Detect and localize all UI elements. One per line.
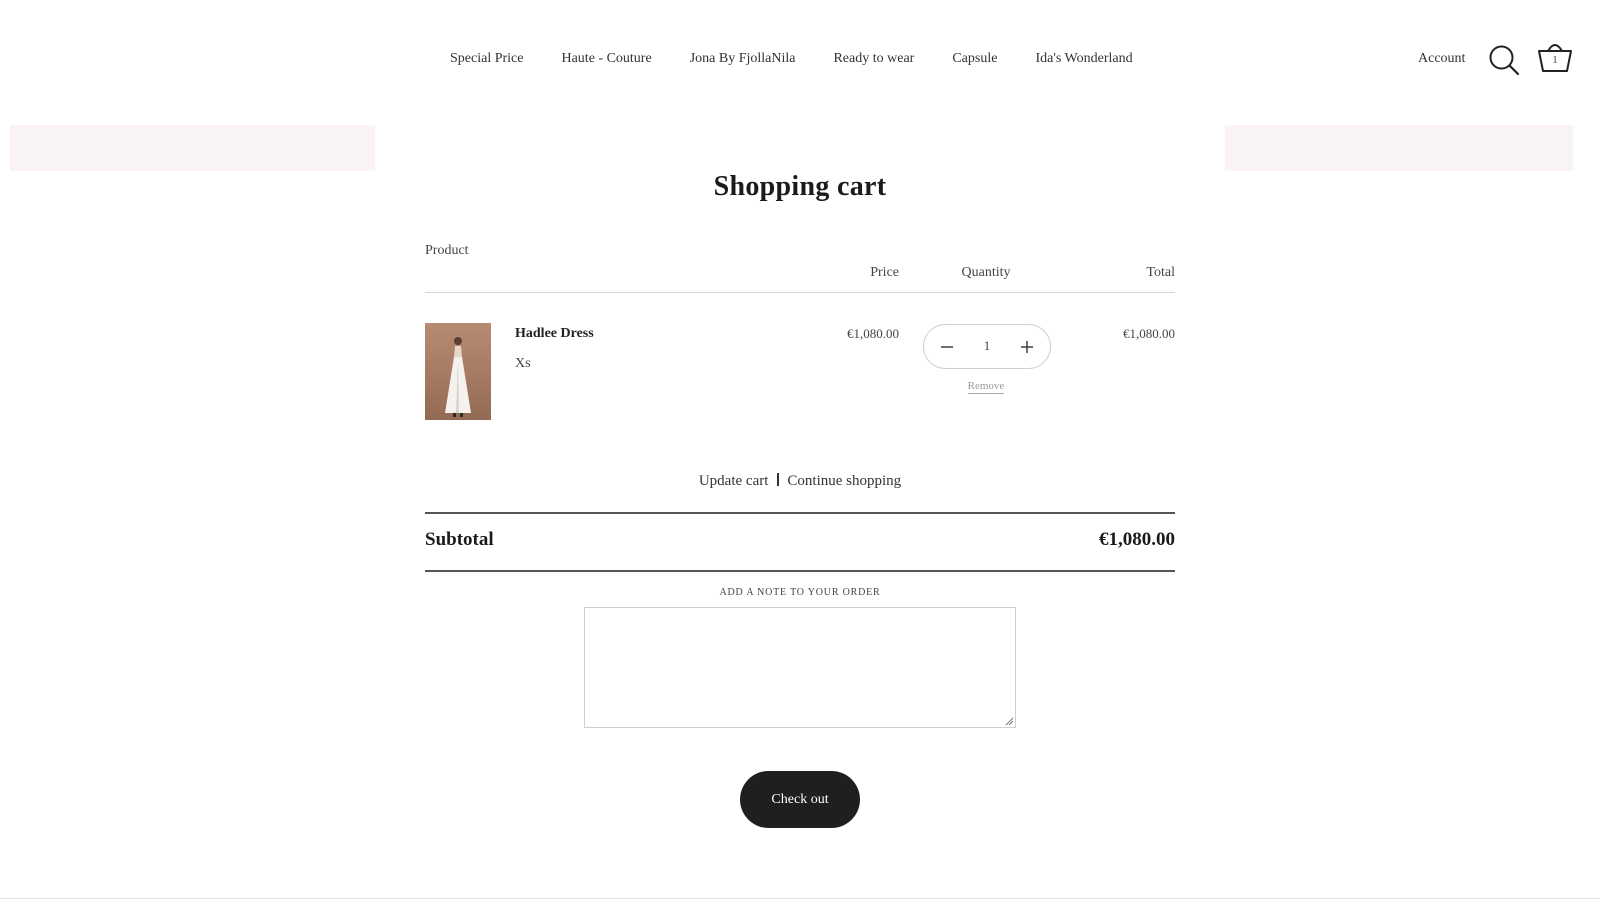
search-icon[interactable] <box>1488 44 1520 76</box>
minus-icon <box>941 346 953 348</box>
divider <box>425 292 1175 293</box>
quantity-stepper: 1 <box>923 324 1051 369</box>
footer-divider <box>0 898 1600 899</box>
remove-item-link[interactable]: Remove <box>940 380 1032 394</box>
product-variant: Xs <box>515 356 531 371</box>
nav-item-haute-couture[interactable]: Haute - Couture <box>561 51 651 67</box>
nav-item-capsule[interactable]: Capsule <box>952 51 997 67</box>
resize-handle-icon[interactable] <box>1005 717 1014 726</box>
product-thumbnail[interactable] <box>425 323 491 420</box>
cart-count: 1 <box>1552 55 1558 66</box>
increase-quantity-button[interactable] <box>1011 331 1043 363</box>
nav-item-ready-to-wear[interactable]: Ready to wear <box>833 51 914 67</box>
nav-item-special-price[interactable]: Special Price <box>450 51 523 67</box>
plus-icon <box>1021 341 1033 353</box>
checkout-button[interactable]: Check out <box>740 771 860 828</box>
column-header-price: Price <box>870 265 899 280</box>
main-nav: Special Price Haute - Couture Jona By Fj… <box>450 51 1133 67</box>
divider <box>425 570 1175 572</box>
decrease-quantity-button[interactable] <box>931 331 963 363</box>
dress-figure-image <box>445 337 471 417</box>
column-header-quantity: Quantity <box>961 265 1011 280</box>
update-cart-link[interactable]: Update cart <box>699 473 769 489</box>
remove-item-label[interactable]: Remove <box>967 380 1005 394</box>
nav-item-idas-wonderland[interactable]: Ida's Wonderland <box>1035 51 1132 67</box>
order-note-label: ADD A NOTE TO YOUR ORDER <box>719 587 881 598</box>
subtotal-label: Subtotal <box>425 529 494 550</box>
line-item-total: €1,080.00 <box>1123 326 1175 341</box>
page-title: Shopping cart <box>713 171 887 202</box>
cart-actions: Update cart Continue shopping <box>0 473 1600 490</box>
order-note-field[interactable] <box>584 607 1016 728</box>
nav-item-jona-by-fjollanila[interactable]: Jona By FjollaNila <box>690 51 796 67</box>
divider <box>425 512 1175 514</box>
column-header-product: Product <box>425 243 469 258</box>
continue-shopping-link[interactable]: Continue shopping <box>787 473 901 489</box>
product-price: €1,080.00 <box>847 326 899 341</box>
quantity-input[interactable]: 1 <box>968 338 1006 354</box>
decorative-block-left <box>10 125 375 171</box>
subtotal-value: €1,080.00 <box>1099 529 1175 550</box>
account-link[interactable]: Account <box>1418 51 1465 67</box>
product-name[interactable]: Hadlee Dress <box>515 326 594 342</box>
column-header-total: Total <box>1146 265 1175 280</box>
separator <box>777 473 780 486</box>
site-header: Special Price Haute - Couture Jona By Fj… <box>0 0 1600 120</box>
decorative-block-right <box>1225 125 1573 171</box>
